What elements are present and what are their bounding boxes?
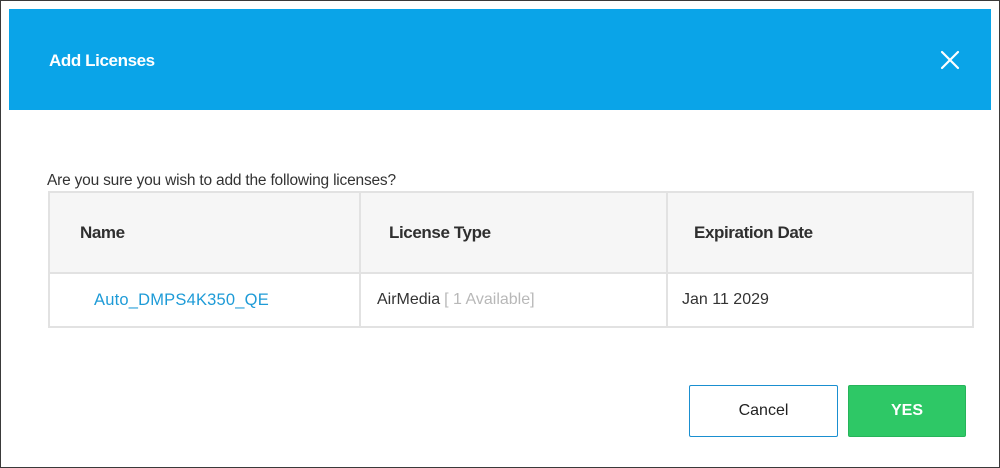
license-type-cell: AirMedia [ 1 Available] <box>359 274 666 326</box>
table-header-row: Name License Type Expiration Date <box>50 193 972 274</box>
close-icon <box>940 50 960 70</box>
licenses-table: Name License Type Expiration Date Auto_D… <box>48 191 974 328</box>
dialog-header: Add Licenses <box>9 9 991 110</box>
confirmation-prompt: Are you sure you wish to add the followi… <box>47 172 396 189</box>
column-header-name: Name <box>80 222 125 242</box>
license-name-cell: Auto_DMPS4K350_QE <box>50 274 359 326</box>
expiration-date-cell: Jan 11 2029 <box>666 274 972 326</box>
column-header-expiration-date: Expiration Date <box>666 193 972 272</box>
close-button[interactable] <box>937 47 963 73</box>
add-licenses-dialog: Add Licenses Are you sure you wish to ad… <box>0 0 1000 468</box>
yes-button[interactable]: YES <box>848 385 966 437</box>
column-header-license-type: License Type <box>359 193 666 272</box>
license-available-count: [ 1 Available] <box>444 291 535 308</box>
dialog-title: Add Licenses <box>49 51 155 70</box>
license-name-link[interactable]: Auto_DMPS4K350_QE <box>94 291 269 310</box>
table-row: Auto_DMPS4K350_QE AirMedia [ 1 Available… <box>50 274 972 326</box>
cancel-button[interactable]: Cancel <box>689 385 838 437</box>
license-type-value: AirMedia <box>377 291 441 308</box>
